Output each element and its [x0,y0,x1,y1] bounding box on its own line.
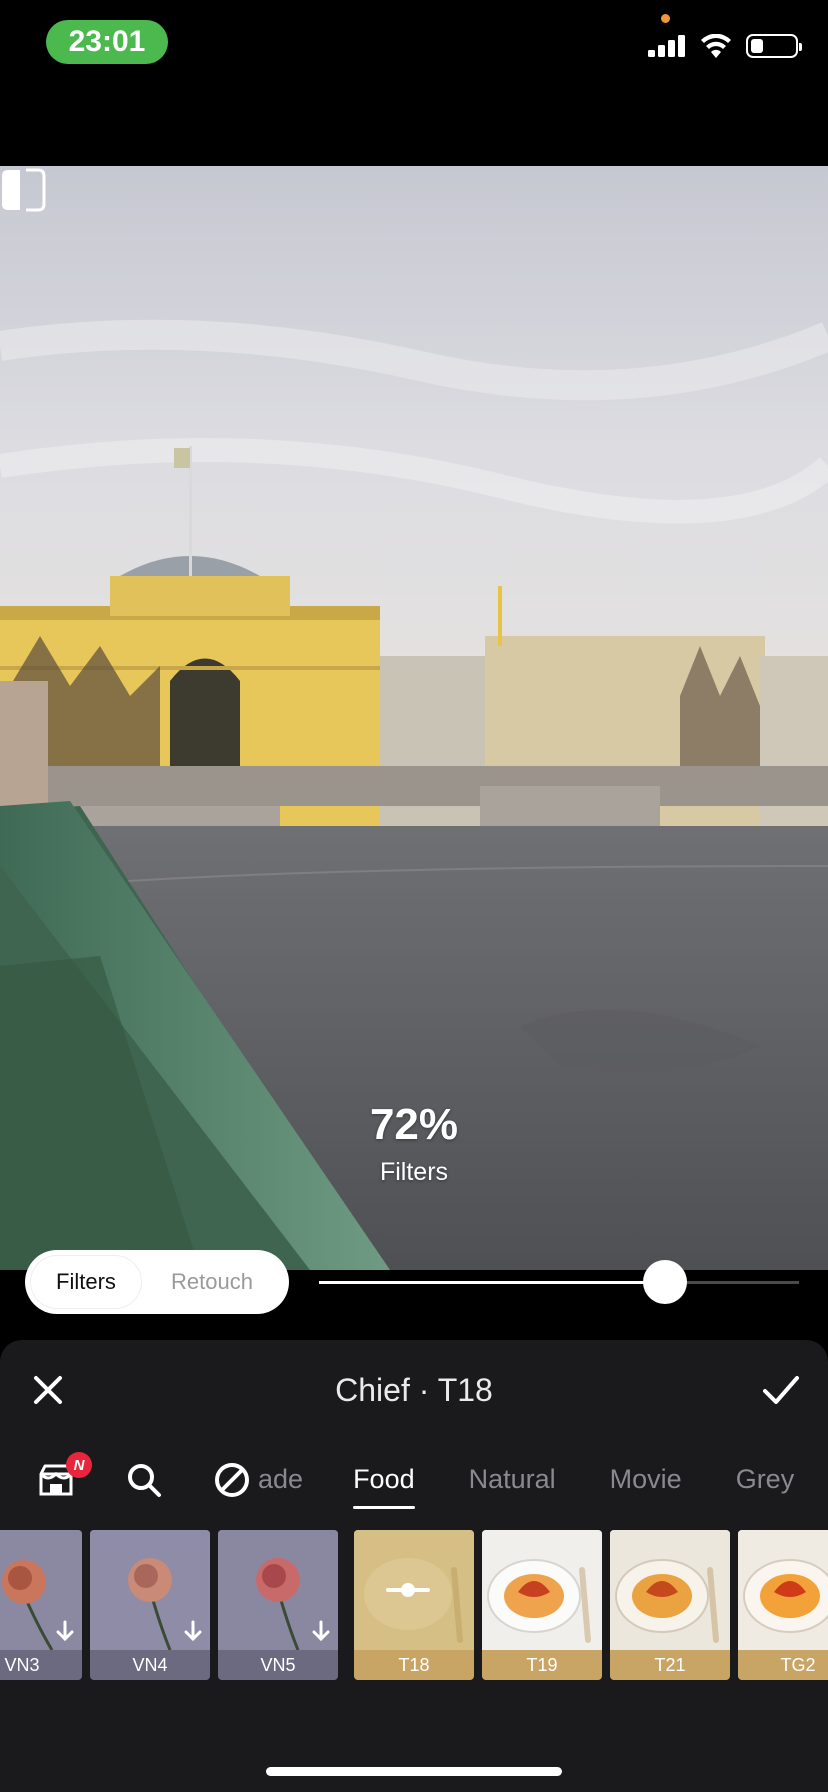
intensity-value: 72% [369,1100,459,1149]
checkmark-icon[interactable] [762,1374,800,1406]
slider-fill [319,1281,665,1284]
food-thumbnail [610,1530,730,1650]
intensity-name: Filters [379,1158,449,1186]
tab-natural[interactable]: Natural [469,1464,556,1495]
food-thumbnail-selected [354,1530,474,1650]
category-tabs: ade Food Natural Movie Grey [258,1464,828,1509]
filter-thumb-t21[interactable]: T21 [610,1530,730,1680]
filter-thumb-tg2[interactable]: TG2 [738,1530,828,1680]
status-bar: 23:01 [0,0,828,166]
thumb-label: TG2 [738,1650,828,1680]
mode-retouch-button[interactable]: Retouch [141,1256,283,1308]
tab-food[interactable]: Food [353,1464,415,1509]
privacy-indicator [661,14,670,23]
thumb-label: T18 [354,1650,474,1680]
category-row: N ade Food Natural Movie Grey [0,1440,828,1530]
photo-preview[interactable]: 72% Filters [0,166,828,1270]
food-thumbnail [738,1530,828,1650]
home-indicator[interactable] [266,1767,562,1776]
filter-thumbnails: VN3 VN4 VN5 T18 T19 T21 TG2 [0,1530,828,1680]
battery-icon [746,34,802,58]
slider-thumb[interactable] [642,1260,687,1304]
panel-title: Chief · T18 [335,1371,493,1408]
close-icon[interactable] [32,1374,64,1406]
status-icons [648,34,802,58]
wifi-icon [701,34,731,58]
thumb-label: VN5 [218,1650,338,1680]
thumb-label: VN4 [90,1650,210,1680]
search-icon[interactable] [124,1460,164,1500]
filter-thumb-vn5[interactable]: VN5 [218,1530,338,1680]
thumb-label: VN3 [0,1650,82,1680]
intensity-slider[interactable] [319,1260,799,1304]
mode-filters-button[interactable]: Filters [31,1256,141,1308]
panel-header: Chief · T18 [0,1340,828,1440]
mode-toggle: Filters Retouch [25,1250,289,1314]
tab-fade[interactable]: ade [258,1464,303,1495]
download-icon [312,1620,330,1642]
thumb-label: T19 [482,1650,602,1680]
status-time: 23:01 [46,20,168,64]
download-icon [184,1620,202,1642]
tab-movie[interactable]: Movie [610,1464,682,1495]
download-icon [56,1620,74,1642]
filter-thumb-t18[interactable]: T18 [354,1530,474,1680]
tab-grey[interactable]: Grey [736,1464,795,1495]
mode-bar: Filters Retouch [0,1250,828,1346]
cellular-signal-icon [648,35,685,57]
intensity-overlay: 72% Filters [0,1100,828,1187]
filter-thumb-vn3[interactable]: VN3 [0,1530,82,1680]
compare-icon[interactable] [0,166,46,214]
food-thumbnail [482,1530,602,1650]
filter-thumb-vn4[interactable]: VN4 [90,1530,210,1680]
thumb-label: T21 [610,1650,730,1680]
no-filter-icon[interactable] [212,1460,252,1500]
new-badge: N [66,1452,92,1478]
filter-panel: Chief · T18 N ade Food Natural Movie Gre… [0,1340,828,1792]
filter-thumb-t19[interactable]: T19 [482,1530,602,1680]
